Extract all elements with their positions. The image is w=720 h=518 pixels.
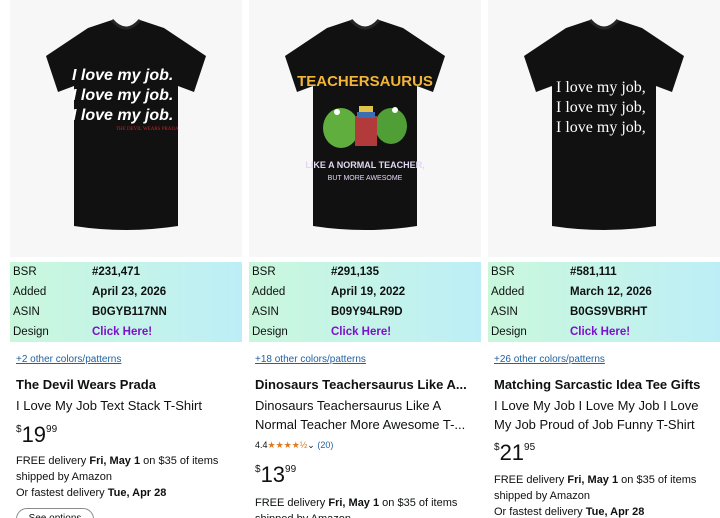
product-brand[interactable]: Matching Sarcastic Idea Tee Gifts: [494, 377, 700, 392]
star-icon: ★★★★½: [267, 440, 308, 450]
bsr-label: BSR: [491, 266, 515, 278]
other-colors-link[interactable]: +26 other colors/patterns: [494, 354, 605, 365]
asin-label: ASIN: [13, 306, 40, 318]
rating-count[interactable]: (20): [317, 440, 333, 450]
asin-value: B0GS9VBRHT: [570, 306, 648, 318]
asin-value: B09Y94LR9D: [331, 306, 403, 318]
design-link[interactable]: Click Here!: [331, 322, 391, 342]
added-label: Added: [491, 286, 525, 298]
tshirt-image: I love my job. I love my job. I love my …: [46, 18, 206, 230]
delivery-date: Fri, May 1: [328, 497, 380, 509]
delivery-prefix: FREE delivery: [494, 474, 568, 486]
product-card: TEACHERSAURUS LIKE A NORMAL TEACHER, BUT…: [249, 0, 481, 518]
added-label: Added: [252, 286, 286, 298]
asin-value: B0GYB117NN: [92, 306, 167, 318]
product-rating[interactable]: 4.4★★★★½⌄ (20): [255, 440, 333, 451]
design-link[interactable]: Click Here!: [570, 322, 630, 342]
price-whole: 21: [499, 440, 525, 465]
asin-label: ASIN: [252, 306, 279, 318]
bsr-label: BSR: [13, 266, 37, 278]
bsr-value: #581,111: [570, 266, 617, 278]
price-cents: 99: [285, 464, 297, 475]
delivery-info: FREE delivery Fri, May 1 on $35 of items…: [16, 453, 242, 501]
delivery-date: Fri, May 1: [567, 474, 619, 486]
product-price: $1399: [255, 462, 296, 488]
product-title[interactable]: I Love My Job I Love My Job I Love My Jo…: [494, 396, 718, 434]
delivery-date: Fri, May 1: [89, 455, 141, 467]
price-cents: 95: [524, 442, 536, 453]
fastest-prefix: Or fastest delivery: [16, 487, 108, 499]
asin-label: ASIN: [491, 306, 518, 318]
shirt-text-line: I love my job,: [556, 79, 646, 96]
price-cents: 99: [46, 424, 58, 435]
design-link[interactable]: Click Here!: [92, 322, 152, 342]
shirt-subtitle: BUT MORE AWESOME: [328, 175, 403, 182]
price-whole: 13: [260, 462, 286, 487]
product-title[interactable]: Dinosaurs Teachersaurus Like A Normal Te…: [255, 396, 479, 434]
bsr-value: #231,471: [92, 266, 140, 278]
delivery-prefix: FREE delivery: [16, 455, 90, 467]
added-value: April 23, 2026: [92, 286, 167, 298]
product-info-panel: BSR #231,471 Added April 23, 2026 ASIN B0GY…: [10, 262, 242, 342]
design-label: Design: [252, 326, 288, 338]
bsr-label: BSR: [252, 266, 276, 278]
delivery-info: FREE delivery Fri, May 1 on $35 of items…: [494, 472, 720, 518]
see-options-button[interactable]: See options: [16, 508, 94, 518]
product-price: $1999: [16, 422, 57, 448]
chevron-down-icon[interactable]: ⌄: [307, 440, 315, 450]
added-label: Added: [13, 286, 47, 298]
product-image[interactable]: I love my job. I love my job. I love my …: [10, 0, 242, 257]
shirt-text-line: I love my job.: [72, 87, 173, 104]
rating-value: 4.4: [255, 440, 268, 450]
shirt-text-line: I love my job,: [556, 119, 646, 136]
design-label: Design: [491, 326, 527, 338]
added-value: April 19, 2022: [331, 286, 406, 298]
design-label: Design: [13, 326, 49, 338]
product-title[interactable]: I Love My Job Text Stack T-Shirt: [16, 396, 240, 415]
added-value: March 12, 2026: [570, 286, 652, 298]
tshirt-image: I love my job, I love my job, I love my …: [524, 18, 684, 230]
fastest-date: Tue, Apr 28: [585, 506, 645, 518]
fastest-date: Tue, Apr 28: [107, 487, 167, 499]
product-image[interactable]: TEACHERSAURUS LIKE A NORMAL TEACHER, BUT…: [249, 0, 481, 257]
product-image[interactable]: I love my job, I love my job, I love my …: [488, 0, 720, 257]
product-card: I love my job, I love my job, I love my …: [488, 0, 720, 518]
other-colors-link[interactable]: +2 other colors/patterns: [16, 354, 121, 365]
tshirt-image: TEACHERSAURUS LIKE A NORMAL TEACHER, BUT…: [285, 18, 445, 230]
shirt-logo: THE DEVIL WEARS PRADA: [116, 127, 179, 132]
product-brand[interactable]: Dinosaurs Teachersaurus Like A...: [255, 377, 467, 392]
product-brand[interactable]: The Devil Wears Prada: [16, 377, 156, 392]
shirt-subtitle: LIKE A NORMAL TEACHER,: [305, 160, 424, 170]
other-colors-link[interactable]: +18 other colors/patterns: [255, 354, 366, 365]
product-price: $2195: [494, 440, 535, 466]
product-info-panel: BSR #291,135 Added April 19, 2022 ASIN B09Y…: [249, 262, 481, 342]
product-card: I love my job. I love my job. I love my …: [10, 0, 242, 518]
product-info-panel: BSR #581,111 Added March 12, 2026 ASIN B0GS…: [488, 262, 720, 342]
delivery-info: FREE delivery Fri, May 1 on $35 of items…: [255, 495, 481, 518]
bsr-value: #291,135: [331, 266, 379, 278]
dinosaur-illustration: [323, 106, 407, 148]
shirt-text-line: I love my job.: [72, 67, 173, 84]
shirt-text-line: I love my job.: [72, 107, 173, 124]
price-whole: 19: [21, 422, 47, 447]
product-grid: I love my job. I love my job. I love my …: [0, 0, 720, 518]
fastest-prefix: Or fastest delivery: [494, 506, 586, 518]
shirt-title: TEACHERSAURUS: [297, 73, 433, 90]
shirt-text-line: I love my job,: [556, 99, 646, 116]
delivery-prefix: FREE delivery: [255, 497, 329, 509]
